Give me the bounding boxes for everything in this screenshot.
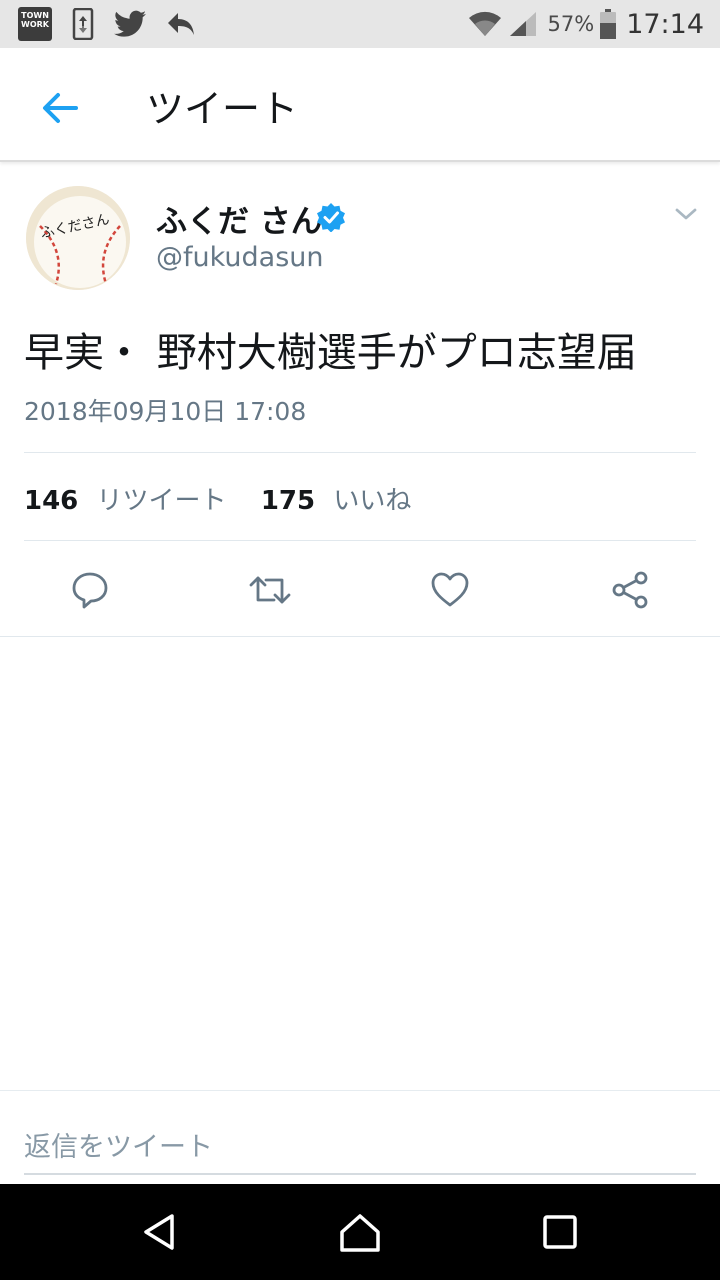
system-nav-bar [0,1184,720,1280]
twitter-icon [114,10,146,37]
verified-badge-icon [317,203,345,232]
arrow-left-icon[interactable] [36,84,84,132]
retweet-count[interactable]: 146 [24,486,78,516]
user-handle[interactable]: @fukudasun [156,242,324,273]
reply-composer [0,1090,720,1185]
tweet-text: 早実・ 野村大樹選手がプロ志望届 [24,330,637,376]
display-name[interactable]: ふくだ さん [156,196,322,241]
reply-input[interactable] [24,1121,696,1175]
home-icon[interactable] [336,1208,384,1256]
retweet-label[interactable]: リツイート [97,486,227,516]
retweet-icon [249,576,291,604]
app-bar: ツイート [0,48,720,162]
like-label[interactable]: いいね [333,486,411,516]
page-title: ツイート [146,87,299,131]
share-button[interactable] [606,566,654,614]
like-count[interactable]: 175 [261,486,315,516]
wifi-icon [468,11,501,37]
battery-icon [600,9,617,39]
like-icon [431,572,469,607]
status-bar: TOWN WORK 57% 17:14 [0,0,720,48]
sync-icon [72,8,94,40]
share-icon [612,571,648,609]
townwork-app-icon: TOWN WORK [18,7,52,41]
avatar[interactable]: ふくださん [26,186,130,290]
tweet-timestamp: 2018年09月10日 17:08 [24,397,307,426]
screen: TOWN WORK 57% 17:14 ツイート ふくださん ふくだ さん @f… [0,0,720,1280]
clock: 17:14 [626,8,704,40]
like-button[interactable] [426,566,474,614]
baseball-avatar-image: ふくださん [26,186,130,290]
engagement-stats: 146 リツイート 175 いいね [24,480,411,517]
retweet-button[interactable] [246,566,294,614]
signal-icon [509,12,536,36]
recents-icon[interactable] [536,1208,584,1256]
reply-icon [72,572,108,609]
battery-percent: 57% [547,12,595,36]
divider [24,452,696,453]
back-triangle-icon[interactable] [136,1208,184,1256]
reply-button[interactable] [66,566,114,614]
reply-notification-icon [168,13,194,35]
chevron-down-icon[interactable] [672,200,700,228]
divider [0,636,720,637]
divider [24,540,696,541]
